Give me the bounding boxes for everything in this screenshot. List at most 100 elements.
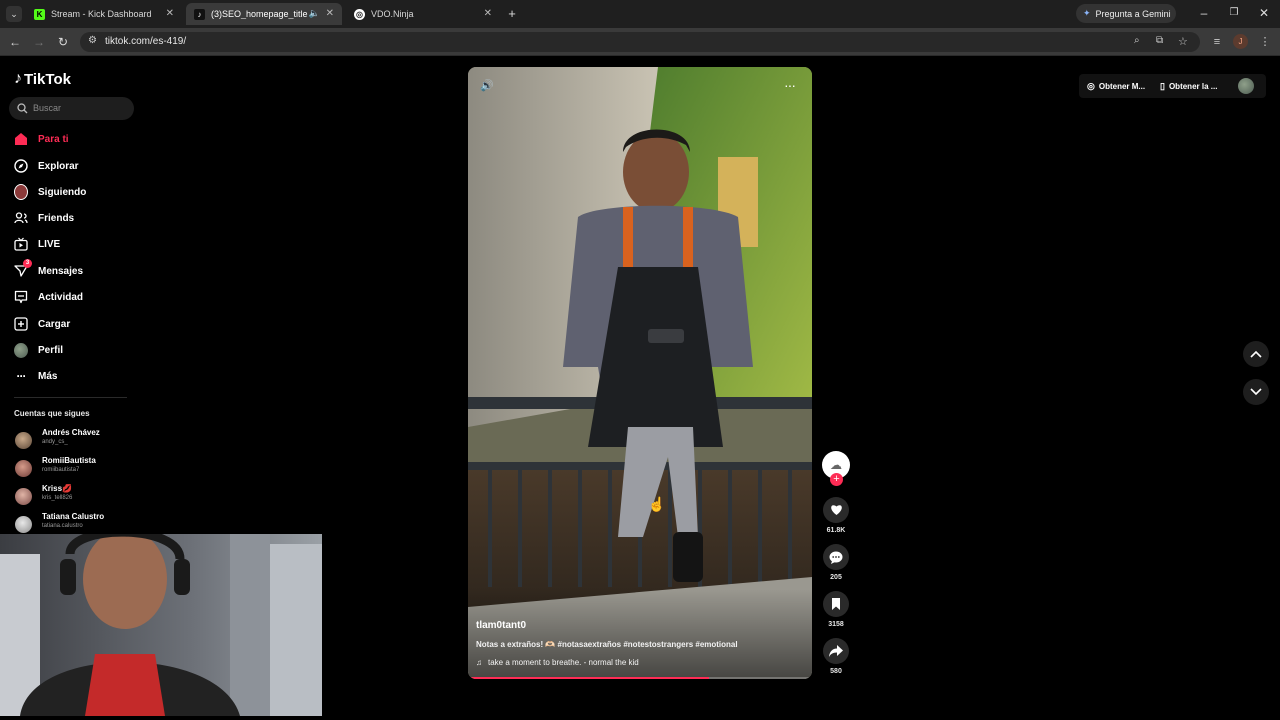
home-icon xyxy=(14,132,28,146)
tab-search-button[interactable]: ⌄ xyxy=(6,6,22,22)
video-caption[interactable]: Notas a extraños! 🫶🏻 #notasaextraños #no… xyxy=(476,640,738,649)
mouse-cursor-icon: ☝ xyxy=(648,496,666,512)
next-video-button[interactable] xyxy=(1243,379,1269,405)
nav-mensajes[interactable]: 3 Mensajes xyxy=(14,259,134,281)
previous-video-button[interactable] xyxy=(1243,341,1269,367)
nav-siguiendo[interactable]: Siguiendo xyxy=(14,182,134,202)
like-button[interactable]: 61.8K xyxy=(822,497,850,534)
nav-explorar[interactable]: Explorar xyxy=(14,156,134,176)
forward-button[interactable]: → xyxy=(32,35,46,49)
video-progress-bar[interactable] xyxy=(468,677,812,679)
friends-icon xyxy=(14,211,28,225)
more-icon: ··· xyxy=(16,369,27,383)
tab-tiktok[interactable]: ♪ (3)SEO_homepage_title 🔈 ✕ xyxy=(186,3,342,25)
get-app-label: Obtener M... xyxy=(1098,81,1146,91)
reading-list-icon[interactable]: ≡ xyxy=(1210,35,1224,49)
install-icon[interactable]: ⧉ xyxy=(1156,35,1163,46)
nav-label: Friends xyxy=(38,212,75,224)
heart-icon xyxy=(823,497,849,523)
zoom-icon[interactable]: ⌕ xyxy=(1134,35,1140,46)
followed-account[interactable]: Kriss💋 kris_tell826 xyxy=(15,484,135,508)
nav-live[interactable]: LIVE xyxy=(14,234,134,254)
video-frame xyxy=(468,67,812,679)
nav-mas[interactable]: ··· Más xyxy=(14,366,134,386)
share-count: 580 xyxy=(830,668,842,675)
save-button[interactable]: 3158 xyxy=(822,591,850,628)
creator-avatar-button[interactable]: ☁ + xyxy=(822,451,850,486)
followed-account[interactable]: Tatiana Calustro tatiana.calustro xyxy=(15,512,135,536)
comment-button[interactable]: 205 xyxy=(822,544,850,581)
menu-dots-icon[interactable]: ⋮ xyxy=(1258,35,1272,49)
search-placeholder: Buscar xyxy=(33,103,62,113)
music-info[interactable]: ♫ take a moment to breathe. - normal the… xyxy=(476,658,639,667)
tiktok-logo[interactable]: ♪ TikTok xyxy=(14,70,71,88)
nav-label: Explorar xyxy=(38,160,79,172)
search-input[interactable]: Buscar xyxy=(9,97,134,120)
site-info-icon[interactable]: ⚙ xyxy=(88,35,97,46)
volume-icon[interactable]: 🔊 xyxy=(480,79,494,92)
back-button[interactable]: ← xyxy=(8,35,22,49)
account-handle: romiibautista7 xyxy=(42,467,80,473)
comment-count: 205 xyxy=(830,574,842,581)
creator-username[interactable]: tlam0tant0 xyxy=(476,620,526,631)
bookmark-star-icon[interactable]: ☆ xyxy=(1178,35,1188,48)
coin-icon: ◎ xyxy=(1087,80,1095,91)
nav-label: Siguiendo xyxy=(38,186,87,198)
minimize-button[interactable]: – xyxy=(1197,6,1211,20)
gemini-icon: ✦ xyxy=(1083,8,1091,18)
profile-avatar[interactable]: J xyxy=(1233,34,1248,49)
like-count: 61.8K xyxy=(826,527,846,534)
close-tab-icon[interactable]: ✕ xyxy=(326,8,334,19)
gemini-label: Pregunta a Gemini xyxy=(1095,8,1171,19)
nav-friends[interactable]: Friends xyxy=(14,208,134,228)
account-handle: tatiana.calustro xyxy=(42,523,83,529)
speaker-icon[interactable]: 🔈 xyxy=(309,8,320,19)
nav-para-ti[interactable]: Para ti xyxy=(14,129,134,149)
following-avatar-icon xyxy=(14,184,28,200)
close-window-button[interactable]: ✕ xyxy=(1257,6,1271,20)
kick-icon: K xyxy=(34,8,45,20)
vdo-ninja-icon: ◎ xyxy=(354,8,365,20)
nav-actividad[interactable]: Actividad xyxy=(14,287,134,307)
followed-account[interactable]: Andrés Chávez andy_cs_ xyxy=(15,428,135,452)
gemini-button[interactable]: ✦ Pregunta a Gemini xyxy=(1076,4,1176,23)
profile-avatar-icon xyxy=(14,342,28,358)
account-name: Kriss💋 xyxy=(42,484,72,493)
follow-plus-icon[interactable]: + xyxy=(830,473,843,486)
nav-perfil[interactable]: Perfil xyxy=(14,340,134,360)
sidebar-divider xyxy=(14,397,127,398)
chevron-down-icon xyxy=(1250,388,1262,396)
account-name: Tatiana Calustro xyxy=(42,512,105,521)
compass-icon xyxy=(14,159,28,173)
tab-label: Stream - Kick Dashboard xyxy=(51,9,152,19)
music-title: take a moment to breathe. - normal the k… xyxy=(488,658,639,667)
account-handle: kris_tell826 xyxy=(42,495,73,501)
get-app-button[interactable]: ◎ Obtener M... xyxy=(1087,78,1145,94)
upload-icon xyxy=(14,317,28,331)
close-tab-icon[interactable]: ✕ xyxy=(484,8,492,19)
user-avatar[interactable] xyxy=(1238,78,1254,94)
address-bar[interactable]: ⚙ tiktok.com/es-419/ ⌕ ⧉ ☆ xyxy=(80,32,1200,52)
nav-label: Actividad xyxy=(38,291,84,303)
tab-vdo-ninja[interactable]: ◎ VDO.Ninja ✕ xyxy=(346,3,500,25)
comment-icon xyxy=(823,544,849,570)
close-tab-icon[interactable]: ✕ xyxy=(166,8,174,19)
reload-button[interactable]: ↻ xyxy=(56,35,70,49)
get-desktop-app-button[interactable]: ▯ Obtener la ... xyxy=(1160,78,1217,94)
followed-account[interactable]: RomiiBautista romiibautista7 xyxy=(15,456,135,480)
video-player[interactable]: 🔊 ··· tlam0tant0 Notas a extraños! 🫶🏻 #n… xyxy=(468,67,812,679)
account-name: RomiiBautista xyxy=(42,456,96,465)
video-more-icon[interactable]: ··· xyxy=(784,77,796,93)
tab-kick-dashboard[interactable]: K Stream - Kick Dashboard ✕ xyxy=(26,3,182,25)
nav-cargar[interactable]: Cargar xyxy=(14,314,134,334)
messages-icon: 3 xyxy=(14,259,32,278)
avatar xyxy=(15,488,32,505)
url-text: tiktok.com/es-419/ xyxy=(105,36,187,47)
restore-button[interactable]: ❐ xyxy=(1227,6,1241,20)
share-button[interactable]: 580 xyxy=(822,638,850,675)
nav-label: LIVE xyxy=(38,238,61,250)
browser-toolbar: ← → ↻ ⚙ tiktok.com/es-419/ ⌕ ⧉ ☆ ≡ J ⋮ xyxy=(0,28,1280,56)
new-tab-button[interactable]: + xyxy=(505,7,519,21)
get-desktop-app-label: Obtener la ... xyxy=(1168,81,1218,91)
webcam-image xyxy=(0,534,322,716)
